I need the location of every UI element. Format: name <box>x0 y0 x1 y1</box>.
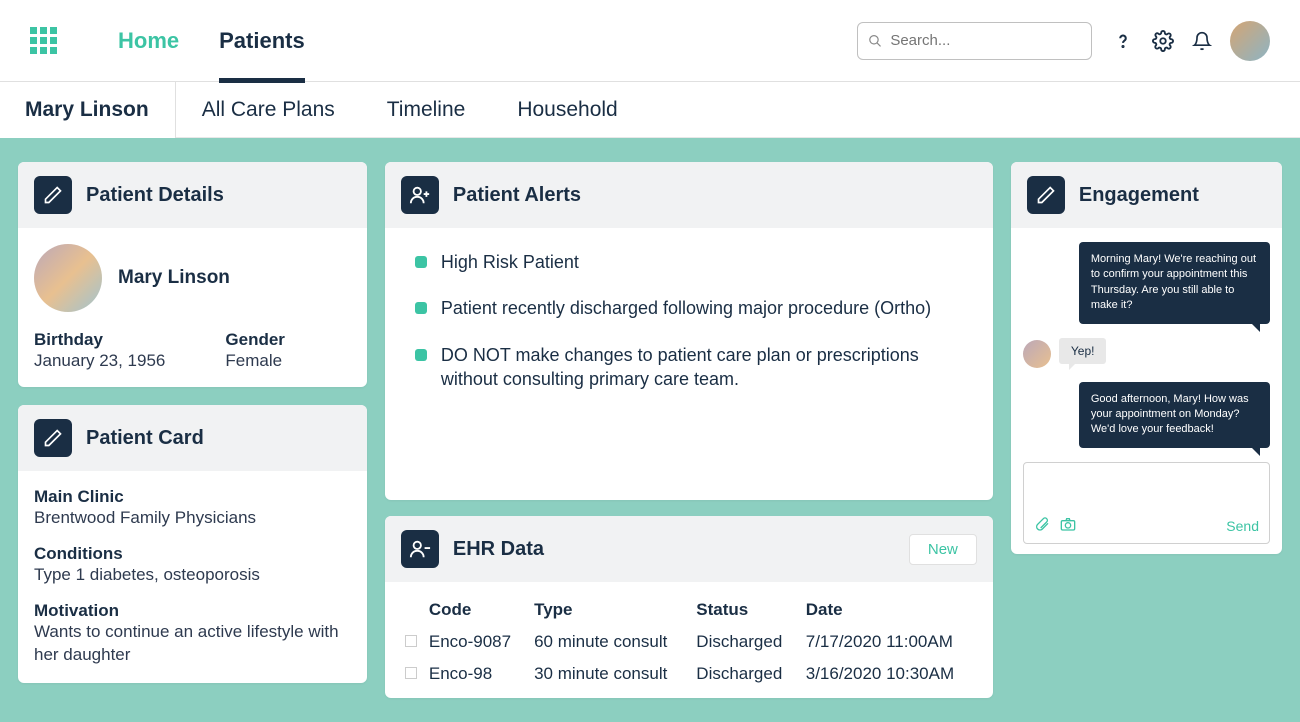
new-button[interactable]: New <box>909 534 977 565</box>
alert-item: High Risk Patient <box>415 250 963 274</box>
apps-icon[interactable] <box>30 27 58 55</box>
cell-type: 60 minute consult <box>528 626 690 658</box>
message-incoming: Yep! <box>1059 338 1107 364</box>
col-code: Code <box>423 590 528 626</box>
user-icon <box>401 530 439 568</box>
cell-code: Enco-9087 <box>423 626 528 658</box>
compose-input[interactable] <box>1024 463 1269 510</box>
compose-box[interactable]: Send <box>1023 462 1270 544</box>
nav-home[interactable]: Home <box>118 4 179 78</box>
conditions-label: Conditions <box>34 544 351 564</box>
alert-item: DO NOT make changes to patient care plan… <box>415 343 963 392</box>
row-checkbox[interactable] <box>405 635 417 647</box>
card-title: Patient Card <box>86 427 204 450</box>
engagement-card: Engagement Morning Mary! We're reaching … <box>1011 162 1282 554</box>
conditions-value: Type 1 diabetes, osteoporosis <box>34 564 351 587</box>
birthday-label: Birthday <box>34 330 165 350</box>
attachment-icon[interactable] <box>1034 516 1050 537</box>
message-avatar <box>1023 340 1051 368</box>
main-nav: Home Patients <box>118 4 857 78</box>
cell-code: Enco-98 <box>423 658 528 690</box>
col-status: Status <box>690 590 799 626</box>
top-icons <box>1112 21 1270 61</box>
birthday-value: January 23, 1956 <box>34 351 165 371</box>
gear-icon[interactable] <box>1152 30 1174 52</box>
motivation-value: Wants to continue an active lifestyle wi… <box>34 621 351 667</box>
search-input[interactable] <box>890 32 1081 49</box>
pencil-icon[interactable] <box>34 176 72 214</box>
alert-item: Patient recently discharged following ma… <box>415 296 963 320</box>
clinic-value: Brentwood Family Physicians <box>34 507 351 530</box>
avatar[interactable] <box>1230 21 1270 61</box>
message-outgoing: Good afternoon, Mary! How was your appoi… <box>1079 382 1270 448</box>
user-plus-icon <box>401 176 439 214</box>
alerts-card: Patient Alerts High Risk Patient Patient… <box>385 162 993 500</box>
bullet-icon <box>415 349 427 361</box>
patient-avatar <box>34 244 102 312</box>
bell-icon[interactable] <box>1192 31 1212 51</box>
subtab-household[interactable]: Household <box>491 82 643 138</box>
alert-text: Patient recently discharged following ma… <box>441 296 931 320</box>
cell-status: Discharged <box>690 626 799 658</box>
pencil-icon[interactable] <box>1027 176 1065 214</box>
alert-text: DO NOT make changes to patient care plan… <box>441 343 963 392</box>
patient-name: Mary Linson <box>118 267 230 289</box>
subtab-timeline[interactable]: Timeline <box>361 82 492 138</box>
clinic-label: Main Clinic <box>34 487 351 507</box>
card-title: EHR Data <box>453 538 544 561</box>
card-title: Patient Details <box>86 184 224 207</box>
alert-text: High Risk Patient <box>441 250 579 274</box>
help-icon[interactable] <box>1112 30 1134 52</box>
gender-label: Gender <box>225 330 285 350</box>
search-box[interactable] <box>857 22 1092 60</box>
table-row[interactable]: Enco-98 30 minute consult Discharged 3/1… <box>399 658 979 690</box>
subtab-patient[interactable]: Mary Linson <box>0 82 176 138</box>
send-button[interactable]: Send <box>1226 518 1259 534</box>
cell-type: 30 minute consult <box>528 658 690 690</box>
gender-value: Female <box>225 351 285 371</box>
row-checkbox[interactable] <box>405 667 417 679</box>
table-row[interactable]: Enco-9087 60 minute consult Discharged 7… <box>399 626 979 658</box>
topbar: Home Patients <box>0 0 1300 82</box>
nav-patients[interactable]: Patients <box>219 4 305 83</box>
motivation-label: Motivation <box>34 601 351 621</box>
cell-status: Discharged <box>690 658 799 690</box>
col-type: Type <box>528 590 690 626</box>
cell-date: 3/16/2020 10:30AM <box>800 658 979 690</box>
cell-date: 7/17/2020 11:00AM <box>800 626 979 658</box>
ehr-card: EHR Data New Code Type Status Date <box>385 516 993 698</box>
pencil-icon[interactable] <box>34 419 72 457</box>
bullet-icon <box>415 302 427 314</box>
patient-subnav: Mary Linson All Care Plans Timeline Hous… <box>0 82 1300 138</box>
message-outgoing: Morning Mary! We're reaching out to conf… <box>1079 242 1270 324</box>
main-content: Patient Details Mary Linson Birthday Jan… <box>0 138 1300 722</box>
search-icon <box>868 33 882 49</box>
col-date: Date <box>800 590 979 626</box>
card-title: Patient Alerts <box>453 184 581 207</box>
ehr-table: Code Type Status Date Enco-9087 60 minut… <box>399 590 979 690</box>
subtab-care-plans[interactable]: All Care Plans <box>176 82 361 138</box>
camera-icon[interactable] <box>1060 516 1076 537</box>
patient-card: Patient Card Main Clinic Brentwood Famil… <box>18 405 367 683</box>
bullet-icon <box>415 256 427 268</box>
card-title: Engagement <box>1079 184 1199 207</box>
patient-details-card: Patient Details Mary Linson Birthday Jan… <box>18 162 367 387</box>
